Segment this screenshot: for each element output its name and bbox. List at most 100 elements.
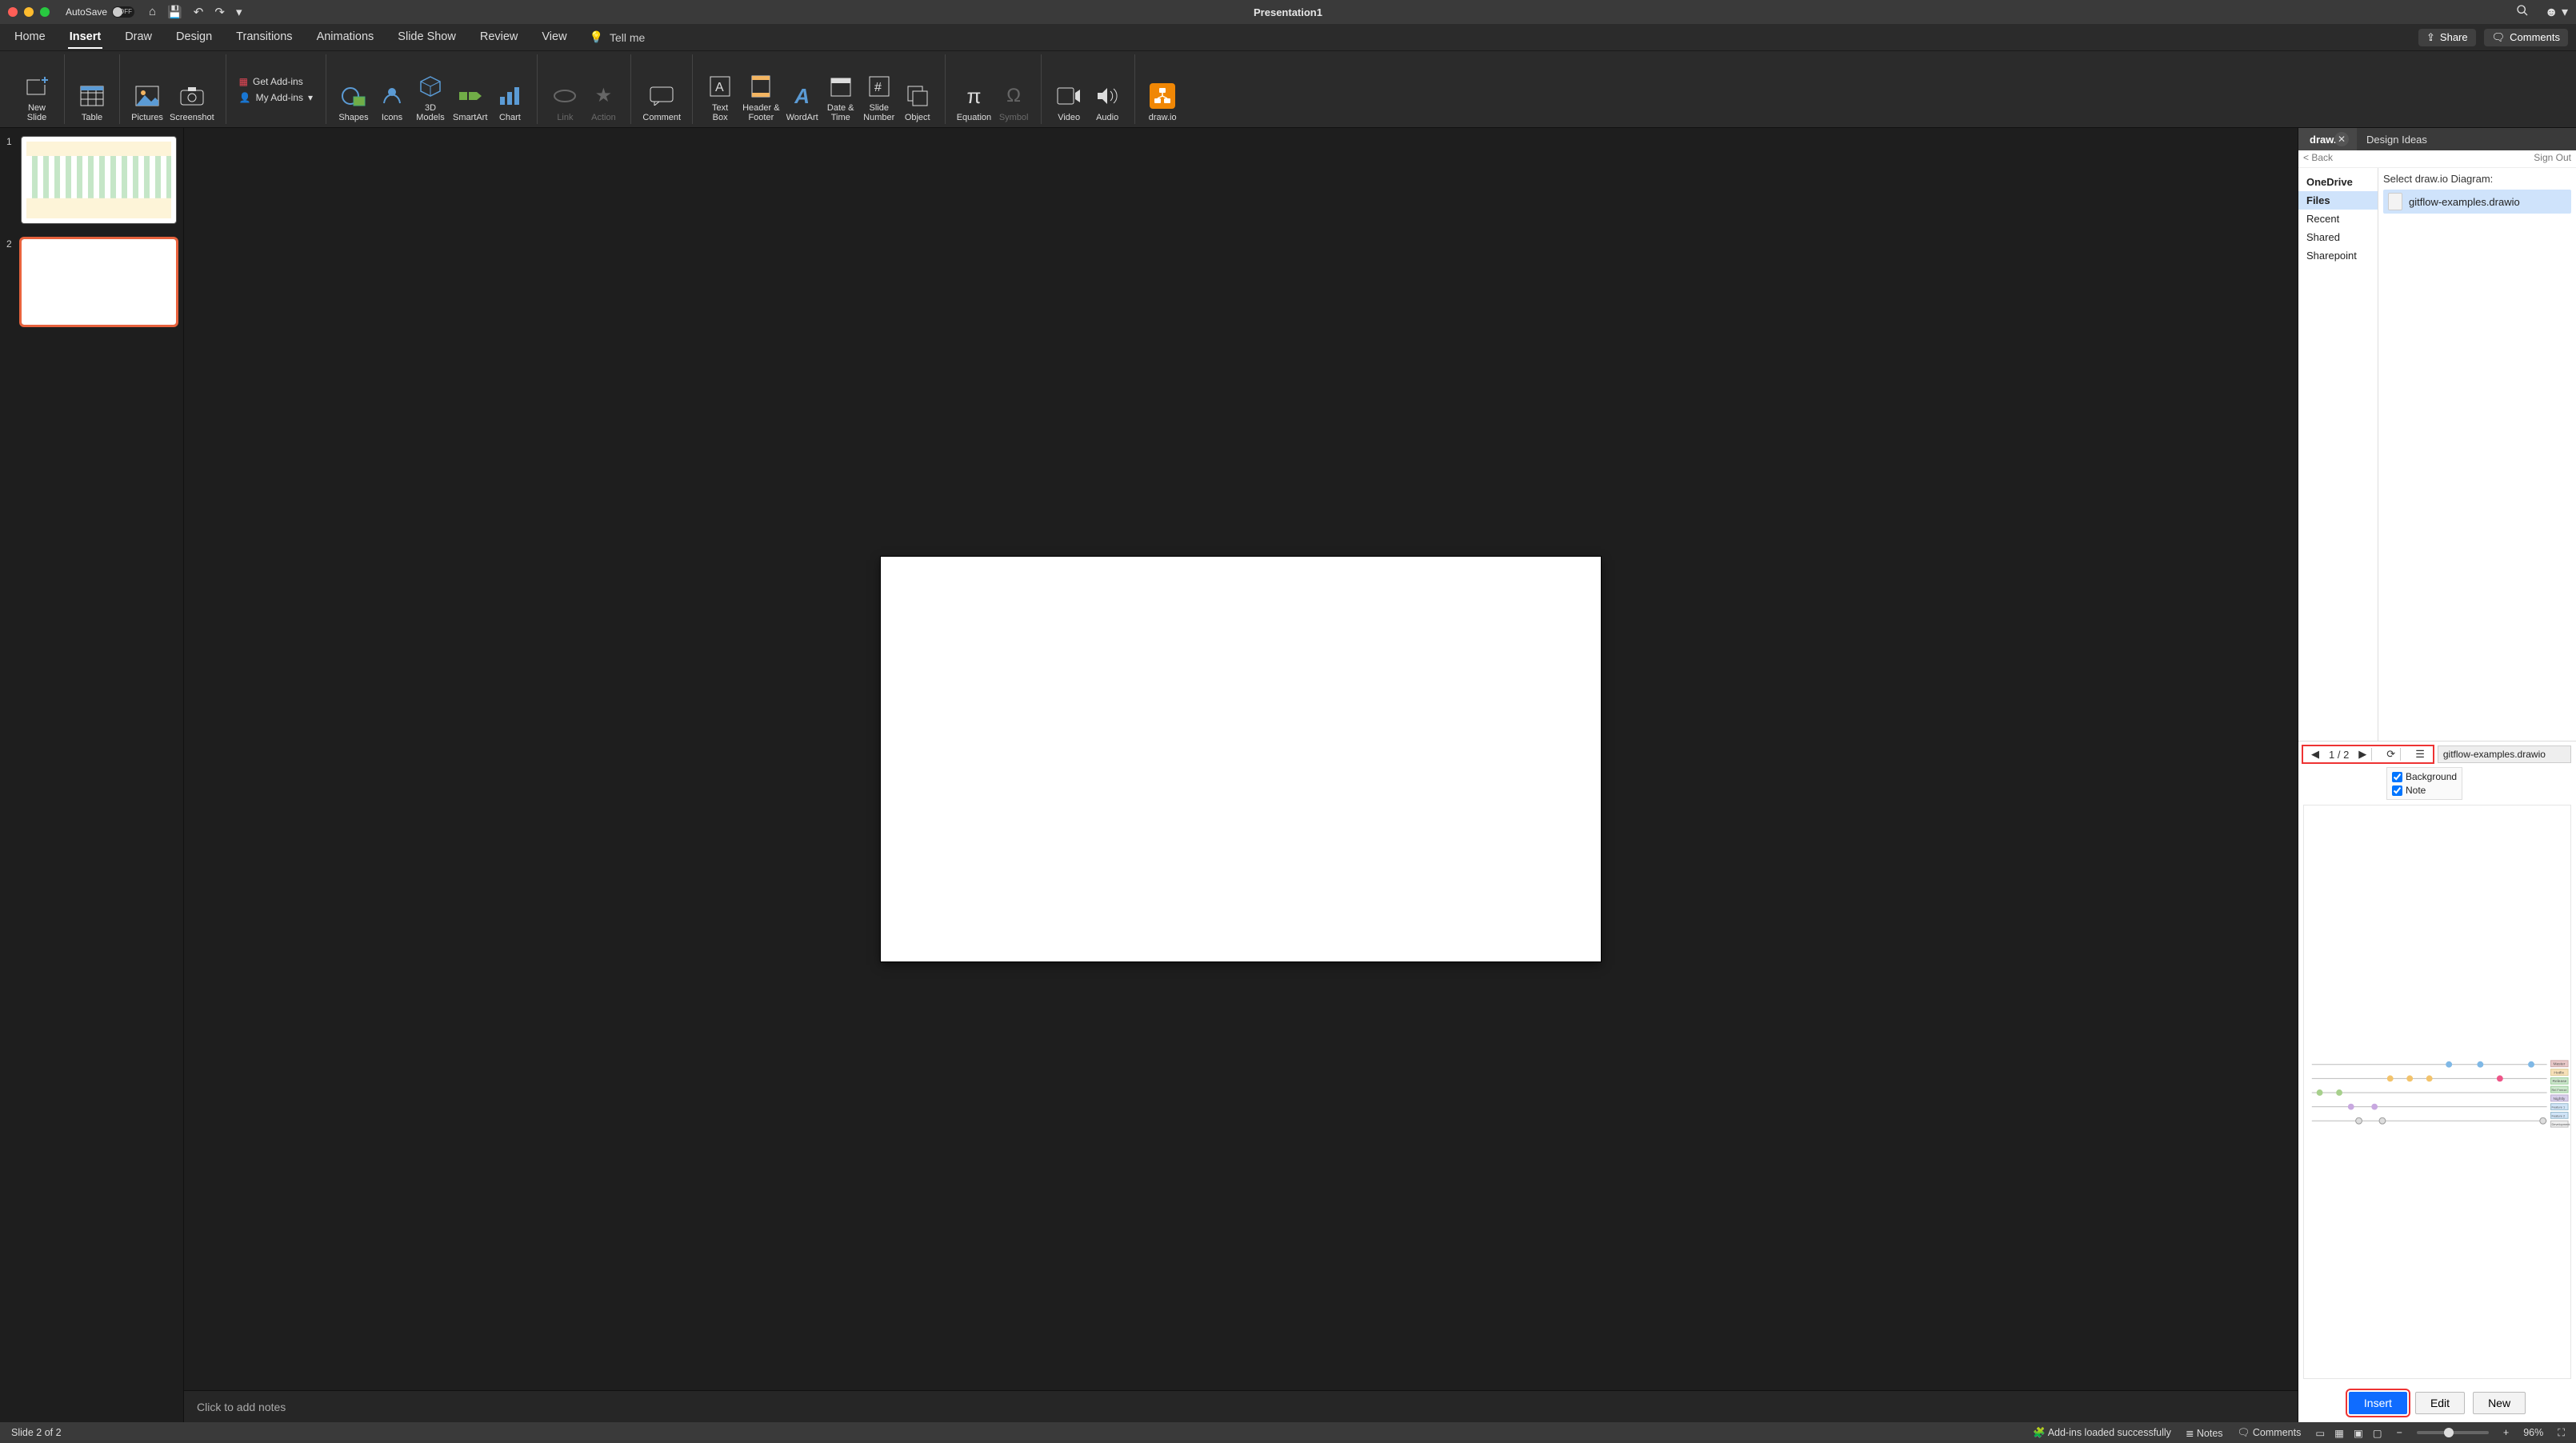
edit-button[interactable]: Edit — [2415, 1392, 2465, 1414]
video-button[interactable]: Video — [1050, 81, 1088, 124]
slide-counter[interactable]: Slide 2 of 2 — [11, 1427, 62, 1438]
background-checkbox[interactable]: Background — [2392, 771, 2457, 782]
chart-button[interactable]: Chart — [490, 81, 529, 124]
tab-slideshow[interactable]: Slide Show — [396, 26, 458, 49]
refresh-icon[interactable]: ⟳ — [2382, 748, 2400, 761]
screenshot-button[interactable]: Screenshot — [166, 81, 218, 124]
signout-link[interactable]: Sign Out — [2534, 152, 2571, 166]
slideshow-view-icon[interactable]: ▢ — [2373, 1427, 2382, 1439]
back-link[interactable]: < Back — [2303, 152, 2333, 166]
zoom-slider[interactable] — [2417, 1431, 2489, 1434]
pictures-button[interactable]: Pictures — [128, 81, 166, 124]
tell-me[interactable]: 💡 Tell me — [590, 30, 646, 44]
object-button[interactable]: Object — [898, 81, 937, 124]
undo-icon[interactable]: ↶ — [194, 5, 204, 19]
diagram-preview: Master Hotfix Release Rel Freeze Nightly… — [2303, 805, 2571, 1379]
normal-view-icon[interactable]: ▭ — [2315, 1427, 2325, 1439]
tab-design[interactable]: Design — [174, 26, 214, 49]
icons-button[interactable]: Icons — [373, 81, 411, 124]
tab-review[interactable]: Review — [478, 26, 520, 49]
layers-icon[interactable]: ☰ — [2410, 748, 2430, 761]
next-page-icon[interactable]: ▶ — [2354, 748, 2371, 761]
wordart-button[interactable]: AWordArt — [783, 81, 822, 124]
sorter-view-icon[interactable]: ▦ — [2334, 1427, 2344, 1439]
tab-view[interactable]: View — [540, 26, 568, 49]
pane-tab-design-ideas[interactable]: Design Ideas — [2355, 128, 2438, 150]
gitflow-preview-svg: Master Hotfix Release Rel Freeze Nightly… — [2304, 805, 2570, 1378]
nav-shared[interactable]: Shared — [2298, 228, 2378, 246]
search-icon[interactable] — [2516, 4, 2529, 21]
smartart-icon — [457, 82, 484, 110]
get-addins-button[interactable]: ▦Get Add-ins — [239, 76, 313, 87]
header-footer-button[interactable]: Header & Footer — [739, 71, 782, 124]
slide-thumbnail-panel[interactable]: 1 2 — [0, 128, 184, 1422]
zoom-in-icon[interactable]: + — [2503, 1427, 2509, 1438]
new-button[interactable]: New — [2473, 1392, 2526, 1414]
slide-canvas-area[interactable] — [184, 128, 2298, 1390]
save-icon[interactable]: 💾 — [167, 5, 182, 19]
file-row[interactable]: gitflow-examples.drawio — [2383, 190, 2571, 214]
addins-status[interactable]: 🧩 Add-ins loaded successfully — [2033, 1427, 2171, 1439]
autosave-switch[interactable]: OFF — [112, 6, 134, 18]
prev-page-icon[interactable]: ◀ — [2306, 748, 2324, 761]
drawio-source-nav: OneDrive Files Recent Shared Sharepoint — [2298, 168, 2378, 741]
object-icon — [904, 82, 931, 110]
svg-text:Nightly: Nightly — [2553, 1097, 2565, 1101]
fit-to-window-icon[interactable]: ⛶ — [2558, 1427, 2565, 1439]
table-button[interactable]: Table — [73, 81, 111, 124]
redo-icon[interactable]: ↷ — [214, 5, 225, 19]
slidenumber-button[interactable]: #Slide Number — [860, 71, 898, 124]
tell-me-label: Tell me — [610, 31, 645, 44]
equation-button[interactable]: πEquation — [954, 81, 994, 124]
note-checkbox[interactable]: Note — [2392, 785, 2457, 796]
tab-draw[interactable]: Draw — [123, 26, 154, 49]
svg-text:Rel Freeze: Rel Freeze — [2551, 1088, 2566, 1092]
link-button: Link — [546, 81, 584, 124]
audio-button[interactable]: Audio — [1088, 81, 1126, 124]
comments-toggle[interactable]: 🗨 Comments — [2238, 1427, 2302, 1439]
notes-toggle[interactable]: ≣ Notes — [2186, 1427, 2223, 1439]
smartart-button[interactable]: SmartArt — [450, 81, 490, 124]
new-slide-button[interactable]: New Slide — [18, 71, 56, 124]
qat-more-icon[interactable]: ▾ — [236, 5, 242, 19]
nav-files[interactable]: Files — [2298, 191, 2378, 210]
zoom-value[interactable]: 96% — [2523, 1427, 2543, 1438]
reading-view-icon[interactable]: ▣ — [2354, 1427, 2363, 1439]
tab-insert[interactable]: Insert — [68, 26, 103, 49]
datetime-button[interactable]: Date & Time — [822, 71, 860, 124]
comment-button[interactable]: Comment — [639, 81, 684, 124]
editor-zone: Click to add notes — [184, 128, 2298, 1422]
chevron-down-icon: ▾ — [308, 92, 313, 103]
notes-pane[interactable]: Click to add notes — [184, 1390, 2298, 1422]
tab-home[interactable]: Home — [13, 26, 47, 49]
tab-transitions[interactable]: Transitions — [234, 26, 294, 49]
slide-thumbnail-1[interactable] — [21, 136, 177, 224]
comments-button[interactable]: 🗨Comments — [2484, 29, 2568, 46]
shapes-button[interactable]: Shapes — [334, 81, 373, 124]
close-window-button[interactable] — [8, 7, 18, 17]
3d-models-button[interactable]: 3D Models — [411, 71, 450, 124]
header-footer-icon — [747, 73, 774, 100]
select-diagram-label: Select draw.io Diagram: — [2383, 173, 2571, 185]
zoom-out-icon[interactable]: − — [2397, 1427, 2402, 1438]
maximize-window-button[interactable] — [40, 7, 50, 17]
task-pane-tabs: draw.io ✕ Design Ideas — [2298, 128, 2576, 150]
slide-canvas[interactable] — [881, 557, 1601, 961]
drawio-button[interactable]: draw.io — [1143, 81, 1182, 124]
insert-button[interactable]: Insert — [2349, 1392, 2407, 1414]
account-icon[interactable]: ☻ ▾ — [2545, 4, 2568, 21]
close-pane-icon[interactable]: ✕ — [2334, 132, 2349, 146]
svg-text:Feature 2: Feature 2 — [2551, 1113, 2565, 1117]
home-icon[interactable]: ⌂ — [149, 5, 156, 19]
nav-onedrive[interactable]: OneDrive — [2298, 173, 2378, 191]
options-box: Background Note — [2386, 767, 2462, 800]
tab-animations[interactable]: Animations — [315, 26, 376, 49]
textbox-button[interactable]: AText Box — [701, 71, 739, 124]
minimize-window-button[interactable] — [24, 7, 34, 17]
share-button[interactable]: ⇪Share — [2418, 29, 2476, 46]
my-addins-button[interactable]: 👤My Add-ins▾ — [239, 92, 313, 103]
slide-thumbnail-2[interactable] — [21, 238, 177, 326]
nav-sharepoint[interactable]: Sharepoint — [2298, 246, 2378, 265]
autosave-toggle[interactable]: AutoSave OFF — [66, 6, 134, 18]
nav-recent[interactable]: Recent — [2298, 210, 2378, 228]
